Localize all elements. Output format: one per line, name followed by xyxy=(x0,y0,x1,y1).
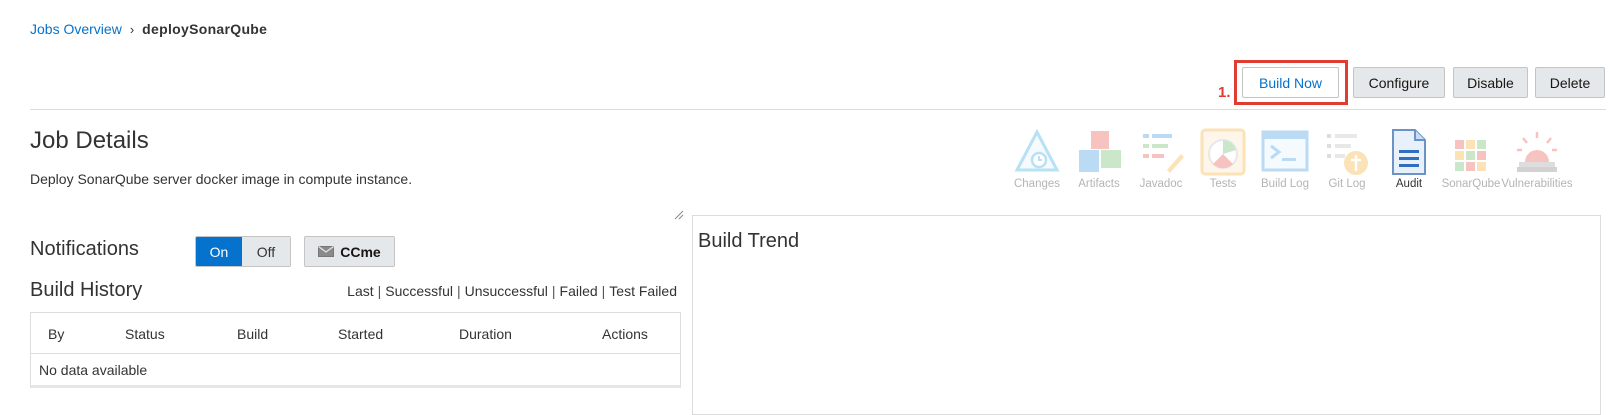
build-log-icon xyxy=(1261,130,1309,172)
column-header-by[interactable]: By xyxy=(48,326,64,342)
tool-label: Build Log xyxy=(1261,178,1309,190)
build-trend-title: Build Trend xyxy=(698,230,800,252)
vulnerabilities-icon xyxy=(1517,132,1557,172)
tests-icon xyxy=(1200,128,1246,176)
filter-test-failed[interactable]: Test Failed xyxy=(609,283,677,299)
envelope-icon xyxy=(318,246,335,257)
tool-audit[interactable]: Audit xyxy=(1374,128,1444,190)
audit-icon xyxy=(1392,129,1426,175)
header-divider xyxy=(30,109,1606,110)
column-header-started[interactable]: Started xyxy=(338,326,383,342)
tool-changes[interactable]: Changes xyxy=(1002,128,1072,190)
table-empty-message: No data available xyxy=(39,362,148,378)
tool-vulnerabilities[interactable]: Vulnerabilities xyxy=(1501,128,1573,190)
changes-icon xyxy=(1014,128,1060,172)
notifications-on-option[interactable]: On xyxy=(196,237,242,266)
artifacts-icon xyxy=(1079,131,1121,172)
filter-successful[interactable]: Successful xyxy=(385,283,453,299)
column-header-duration[interactable]: Duration xyxy=(459,326,512,342)
column-header-build[interactable]: Build xyxy=(237,326,268,342)
tool-label: SonarQube xyxy=(1441,178,1501,190)
table-header: By Status Build Started Duration Actions xyxy=(31,313,680,354)
annotation-step-number: 1. xyxy=(1218,84,1231,101)
configure-button[interactable]: Configure xyxy=(1353,67,1445,98)
build-history-filters: Last | Successful | Unsuccessful | Failed | Test… xyxy=(347,283,677,299)
build-history-title: Build History xyxy=(30,279,143,301)
build-history-table: By Status Build Started Duration Actions… xyxy=(30,312,681,388)
job-details-title: Job Details xyxy=(30,127,149,154)
tool-label: Artifacts xyxy=(1078,178,1120,190)
filter-failed[interactable]: Failed xyxy=(560,283,598,299)
tool-label: Changes xyxy=(1013,178,1061,190)
build-now-button[interactable]: Build Now xyxy=(1242,67,1339,98)
filter-unsuccessful[interactable]: Unsuccessful xyxy=(465,283,548,299)
filter-separator: | xyxy=(456,283,461,299)
tool-label: Tests xyxy=(1209,178,1237,190)
tool-build-log[interactable]: Build Log xyxy=(1250,128,1320,190)
tool-artifacts[interactable]: Artifacts xyxy=(1064,128,1134,190)
breadcrumb-separator: › xyxy=(129,21,135,37)
filter-separator: | xyxy=(601,283,606,299)
tool-label: Javadoc xyxy=(1139,178,1183,190)
column-header-actions: Actions xyxy=(602,326,648,342)
build-trend-panel: Build Trend xyxy=(692,215,1601,415)
tool-git-log[interactable]: Git Log xyxy=(1312,128,1382,190)
tool-javadoc[interactable]: Javadoc xyxy=(1126,128,1196,190)
notifications-toggle: On Off xyxy=(195,236,291,267)
tool-tests[interactable]: Tests xyxy=(1188,128,1258,190)
resize-handle-icon[interactable] xyxy=(674,210,684,220)
breadcrumb-current-job: deploySonarQube xyxy=(142,21,268,37)
notifications-label: Notifications xyxy=(30,238,139,260)
ccme-button[interactable]: CCme xyxy=(304,236,395,267)
notifications-off-option[interactable]: Off xyxy=(242,237,290,266)
ccme-label: CCme xyxy=(340,243,381,260)
git-log-icon xyxy=(1327,134,1368,175)
breadcrumb: Jobs Overview › deploySonarQube xyxy=(30,21,267,37)
filter-separator: | xyxy=(551,283,556,299)
sonarqube-icon xyxy=(1455,140,1486,171)
tool-label: Audit xyxy=(1395,178,1423,190)
tool-sonarqube[interactable]: SonarQube xyxy=(1436,128,1506,190)
job-description: Deploy SonarQube server docker image in … xyxy=(30,171,413,187)
javadoc-icon xyxy=(1143,134,1184,173)
disable-button[interactable]: Disable xyxy=(1453,67,1528,98)
breadcrumb-jobs-overview-link[interactable]: Jobs Overview xyxy=(30,21,122,37)
tool-label: Git Log xyxy=(1328,178,1366,190)
filter-last[interactable]: Last xyxy=(347,283,373,299)
tool-label: Vulnerabilities xyxy=(1501,178,1573,190)
filter-separator: | xyxy=(377,283,382,299)
delete-button[interactable]: Delete xyxy=(1535,67,1605,98)
column-header-status[interactable]: Status xyxy=(125,326,165,342)
